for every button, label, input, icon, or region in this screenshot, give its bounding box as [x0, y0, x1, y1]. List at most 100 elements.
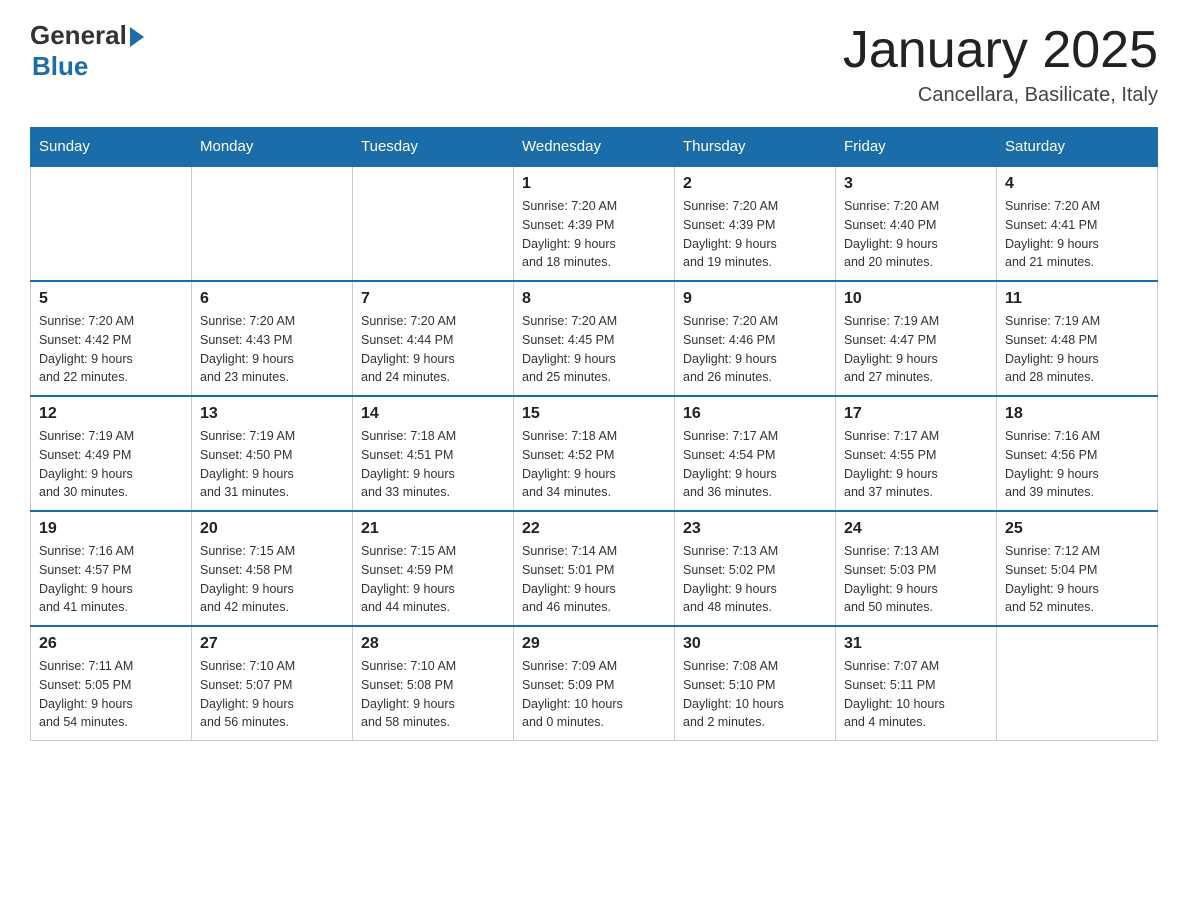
calendar-cell: 6 Sunrise: 7:20 AM Sunset: 4:43 PM Daylig…	[192, 281, 353, 396]
day-info: Sunrise: 7:20 AM Sunset: 4:39 PM Dayligh…	[683, 197, 827, 272]
calendar-week-row: 26 Sunrise: 7:11 AM Sunset: 5:05 PM Dayli…	[31, 626, 1158, 741]
calendar-week-row: 19 Sunrise: 7:16 AM Sunset: 4:57 PM Dayli…	[31, 511, 1158, 626]
calendar-day-header: Tuesday	[353, 128, 514, 167]
day-number: 8	[522, 290, 666, 308]
day-number: 9	[683, 290, 827, 308]
logo-arrow-icon	[130, 27, 144, 47]
day-info: Sunrise: 7:08 AM Sunset: 5:10 PM Dayligh…	[683, 657, 827, 732]
day-info: Sunrise: 7:20 AM Sunset: 4:39 PM Dayligh…	[522, 197, 666, 272]
day-info: Sunrise: 7:20 AM Sunset: 4:46 PM Dayligh…	[683, 312, 827, 387]
day-info: Sunrise: 7:07 AM Sunset: 5:11 PM Dayligh…	[844, 657, 988, 732]
calendar-cell: 30 Sunrise: 7:08 AM Sunset: 5:10 PM Dayli…	[675, 626, 836, 741]
calendar-cell: 28Sunrise: 7:10 AM Sunset: 5:08 PM Dayli…	[353, 626, 514, 741]
calendar-cell: 22Sunrise: 7:14 AM Sunset: 5:01 PM Dayli…	[514, 511, 675, 626]
day-info: Sunrise: 7:11 AM Sunset: 5:05 PM Dayligh…	[39, 657, 183, 732]
calendar-day-header: Friday	[836, 128, 997, 167]
day-number: 4	[1005, 175, 1149, 193]
day-info: Sunrise: 7:18 AM Sunset: 4:51 PM Dayligh…	[361, 427, 505, 502]
calendar-cell: 25 Sunrise: 7:12 AM Sunset: 5:04 PM Dayli…	[997, 511, 1158, 626]
day-number: 15	[522, 405, 666, 423]
day-number: 20	[200, 520, 344, 538]
day-number: 22	[522, 520, 666, 538]
day-info: Sunrise: 7:20 AM Sunset: 4:41 PM Dayligh…	[1005, 197, 1149, 272]
day-number: 12	[39, 405, 183, 423]
calendar-cell: 2 Sunrise: 7:20 AM Sunset: 4:39 PM Daylig…	[675, 166, 836, 281]
day-number: 7	[361, 290, 505, 308]
day-info: Sunrise: 7:13 AM Sunset: 5:03 PM Dayligh…	[844, 542, 988, 617]
calendar-cell: 18Sunrise: 7:16 AM Sunset: 4:56 PM Dayli…	[997, 396, 1158, 511]
day-number: 19	[39, 520, 183, 538]
calendar-cell: 8 Sunrise: 7:20 AM Sunset: 4:45 PM Daylig…	[514, 281, 675, 396]
day-number: 24	[844, 520, 988, 538]
day-number: 11	[1005, 290, 1149, 308]
day-info: Sunrise: 7:15 AM Sunset: 4:59 PM Dayligh…	[361, 542, 505, 617]
day-info: Sunrise: 7:19 AM Sunset: 4:49 PM Dayligh…	[39, 427, 183, 502]
day-info: Sunrise: 7:15 AM Sunset: 4:58 PM Dayligh…	[200, 542, 344, 617]
calendar-cell: 29Sunrise: 7:09 AM Sunset: 5:09 PM Dayli…	[514, 626, 675, 741]
calendar-week-row: 12 Sunrise: 7:19 AM Sunset: 4:49 PM Dayli…	[31, 396, 1158, 511]
day-info: Sunrise: 7:20 AM Sunset: 4:40 PM Dayligh…	[844, 197, 988, 272]
day-info: Sunrise: 7:16 AM Sunset: 4:56 PM Dayligh…	[1005, 427, 1149, 502]
day-number: 2	[683, 175, 827, 193]
day-info: Sunrise: 7:19 AM Sunset: 4:47 PM Dayligh…	[844, 312, 988, 387]
calendar-cell	[353, 166, 514, 281]
calendar-cell: 15 Sunrise: 7:18 AM Sunset: 4:52 PM Dayli…	[514, 396, 675, 511]
day-number: 23	[683, 520, 827, 538]
day-number: 3	[844, 175, 988, 193]
day-info: Sunrise: 7:20 AM Sunset: 4:43 PM Dayligh…	[200, 312, 344, 387]
day-number: 25	[1005, 520, 1149, 538]
day-info: Sunrise: 7:18 AM Sunset: 4:52 PM Dayligh…	[522, 427, 666, 502]
page-header: General Blue January 2025 Cancellara, Ba…	[30, 20, 1158, 107]
day-number: 31	[844, 635, 988, 653]
day-number: 30	[683, 635, 827, 653]
logo-blue-text: Blue	[32, 51, 88, 82]
calendar-cell: 12 Sunrise: 7:19 AM Sunset: 4:49 PM Dayli…	[31, 396, 192, 511]
calendar-week-row: 5Sunrise: 7:20 AM Sunset: 4:42 PM Daylig…	[31, 281, 1158, 396]
calendar-cell: 23 Sunrise: 7:13 AM Sunset: 5:02 PM Dayli…	[675, 511, 836, 626]
calendar-day-header: Wednesday	[514, 128, 675, 167]
calendar-cell: 17Sunrise: 7:17 AM Sunset: 4:55 PM Dayli…	[836, 396, 997, 511]
calendar-cell: 16Sunrise: 7:17 AM Sunset: 4:54 PM Dayli…	[675, 396, 836, 511]
calendar-week-row: 1 Sunrise: 7:20 AM Sunset: 4:39 PM Daylig…	[31, 166, 1158, 281]
day-info: Sunrise: 7:13 AM Sunset: 5:02 PM Dayligh…	[683, 542, 827, 617]
day-number: 10	[844, 290, 988, 308]
calendar-cell: 27 Sunrise: 7:10 AM Sunset: 5:07 PM Dayli…	[192, 626, 353, 741]
calendar-cell	[192, 166, 353, 281]
location: Cancellara, Basilicate, Italy	[843, 84, 1158, 107]
day-number: 29	[522, 635, 666, 653]
calendar-cell: 24 Sunrise: 7:13 AM Sunset: 5:03 PM Dayli…	[836, 511, 997, 626]
day-number: 1	[522, 175, 666, 193]
calendar-day-header: Monday	[192, 128, 353, 167]
day-number: 16	[683, 405, 827, 423]
day-info: Sunrise: 7:16 AM Sunset: 4:57 PM Dayligh…	[39, 542, 183, 617]
calendar-cell: 26 Sunrise: 7:11 AM Sunset: 5:05 PM Dayli…	[31, 626, 192, 741]
month-title: January 2025	[843, 20, 1158, 80]
logo-general-text: General	[30, 20, 127, 51]
day-info: Sunrise: 7:12 AM Sunset: 5:04 PM Dayligh…	[1005, 542, 1149, 617]
calendar-cell: 31 Sunrise: 7:07 AM Sunset: 5:11 PM Dayli…	[836, 626, 997, 741]
day-number: 27	[200, 635, 344, 653]
calendar-day-header: Sunday	[31, 128, 192, 167]
day-number: 14	[361, 405, 505, 423]
calendar-cell: 7 Sunrise: 7:20 AM Sunset: 4:44 PM Daylig…	[353, 281, 514, 396]
calendar-cell: 11 Sunrise: 7:19 AM Sunset: 4:48 PM Dayli…	[997, 281, 1158, 396]
day-number: 26	[39, 635, 183, 653]
calendar-cell: 19 Sunrise: 7:16 AM Sunset: 4:57 PM Dayli…	[31, 511, 192, 626]
calendar-cell: 10 Sunrise: 7:19 AM Sunset: 4:47 PM Dayli…	[836, 281, 997, 396]
day-info: Sunrise: 7:10 AM Sunset: 5:08 PM Dayligh…	[361, 657, 505, 732]
calendar-cell	[31, 166, 192, 281]
day-info: Sunrise: 7:19 AM Sunset: 4:48 PM Dayligh…	[1005, 312, 1149, 387]
day-info: Sunrise: 7:19 AM Sunset: 4:50 PM Dayligh…	[200, 427, 344, 502]
calendar-cell: 20 Sunrise: 7:15 AM Sunset: 4:58 PM Dayli…	[192, 511, 353, 626]
day-info: Sunrise: 7:20 AM Sunset: 4:42 PM Dayligh…	[39, 312, 183, 387]
calendar-cell	[997, 626, 1158, 741]
day-info: Sunrise: 7:10 AM Sunset: 5:07 PM Dayligh…	[200, 657, 344, 732]
calendar-cell: 4 Sunrise: 7:20 AM Sunset: 4:41 PM Daylig…	[997, 166, 1158, 281]
calendar-day-header: Thursday	[675, 128, 836, 167]
logo: General Blue	[30, 20, 144, 82]
calendar-cell: 13Sunrise: 7:19 AM Sunset: 4:50 PM Dayli…	[192, 396, 353, 511]
day-info: Sunrise: 7:20 AM Sunset: 4:45 PM Dayligh…	[522, 312, 666, 387]
day-info: Sunrise: 7:20 AM Sunset: 4:44 PM Dayligh…	[361, 312, 505, 387]
calendar-cell: 21Sunrise: 7:15 AM Sunset: 4:59 PM Dayli…	[353, 511, 514, 626]
day-number: 6	[200, 290, 344, 308]
